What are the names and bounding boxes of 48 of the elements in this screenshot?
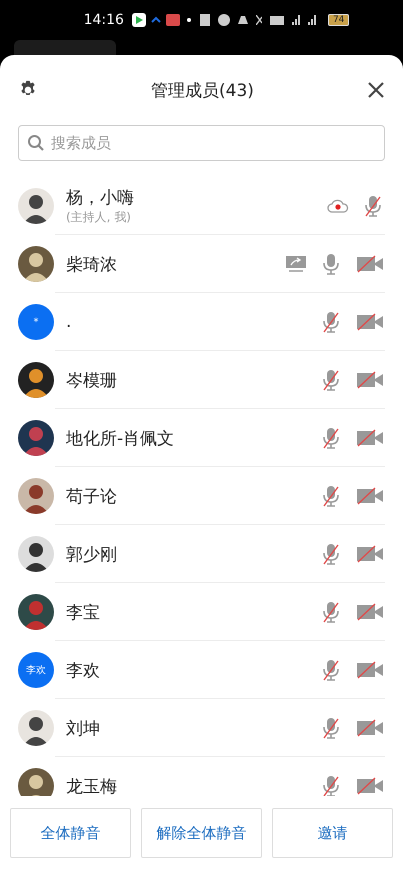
signal-icon: [308, 15, 316, 25]
video-off-icon[interactable]: [356, 719, 384, 737]
app-notification-icon: [132, 13, 192, 27]
dialog-title: 管理成员(43): [151, 80, 254, 102]
muted-mic-icon[interactable]: [322, 717, 340, 739]
action-button[interactable]: 全体静音: [10, 808, 131, 858]
battery-level: 74: [328, 14, 350, 26]
status-time: 14:16: [84, 12, 124, 28]
search-field[interactable]: 搜索成员: [18, 125, 385, 161]
member-role: (主持人, 我): [66, 209, 132, 226]
member-name: 苟子论: [66, 486, 118, 508]
video-off-icon[interactable]: [356, 487, 384, 505]
member-name: 李宝: [66, 602, 101, 624]
avatar: *: [18, 304, 54, 340]
member-name: 岑模珊: [66, 370, 118, 392]
muted-mic-icon[interactable]: [322, 659, 340, 681]
member-name: 郭少刚: [66, 544, 118, 566]
video-off-icon[interactable]: [356, 777, 384, 795]
muted-mic-icon[interactable]: [322, 427, 340, 449]
member-name: 李欢: [66, 660, 101, 682]
video-off-icon[interactable]: [356, 429, 384, 447]
member-name: 地化所-肖佩文: [66, 428, 176, 450]
video-off-icon[interactable]: [356, 313, 384, 331]
signal-icon: [292, 15, 300, 25]
close-icon[interactable]: [367, 81, 385, 99]
member-name: 柴琦浓: [66, 254, 118, 276]
search-icon: [27, 134, 45, 152]
member-name: 杨，小嗨: [66, 187, 135, 209]
action-button[interactable]: 邀请: [272, 808, 393, 858]
video-off-icon[interactable]: [356, 371, 384, 389]
muted-mic-icon[interactable]: [322, 369, 340, 391]
action-button[interactable]: 解除全体静音: [141, 808, 262, 858]
muted-mic-icon[interactable]: [322, 775, 340, 796]
member-name: .: [66, 312, 72, 332]
muted-mic-icon[interactable]: [322, 485, 340, 507]
muted-mic-icon[interactable]: [364, 195, 382, 217]
muted-mic-icon[interactable]: [322, 601, 340, 623]
video-off-icon[interactable]: [356, 255, 384, 273]
video-off-icon[interactable]: [356, 661, 384, 679]
video-off-icon[interactable]: [356, 545, 384, 563]
video-off-icon[interactable]: [356, 603, 384, 621]
search-input[interactable]: 搜索成员: [49, 133, 376, 153]
member-name: 刘坤: [66, 718, 101, 740]
member-name: 龙玉梅: [66, 776, 118, 796]
muted-mic-icon[interactable]: [322, 311, 340, 333]
muted-mic-icon[interactable]: [322, 543, 340, 565]
mic-icon[interactable]: [322, 253, 340, 275]
avatar: 李欢: [18, 652, 54, 688]
